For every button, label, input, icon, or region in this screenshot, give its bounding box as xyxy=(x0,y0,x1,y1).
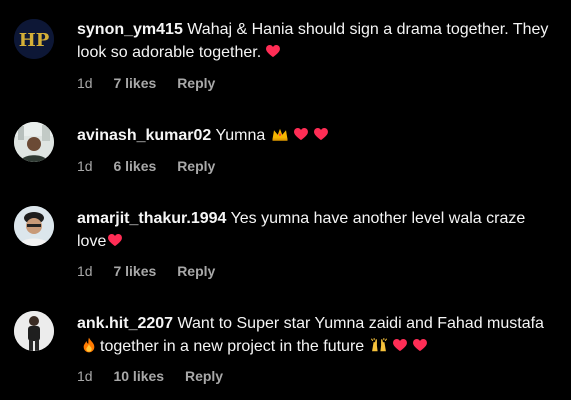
reply-button[interactable]: Reply xyxy=(177,75,215,91)
raising-hands-icon xyxy=(370,337,388,353)
comment-item: HP synon_ym415 Wahaj & Hania should sign… xyxy=(0,0,571,100)
comment-time: 1d xyxy=(77,158,93,174)
comment-username[interactable]: avinash_kumar02 xyxy=(77,127,211,144)
comment-body: ank.hit_2207 Want to Super star Yumna za… xyxy=(77,312,557,358)
comment-likes[interactable]: 10 likes xyxy=(113,368,164,384)
user-photo-icon xyxy=(14,206,54,246)
comment-username[interactable]: synon_ym415 xyxy=(77,21,183,38)
red-heart-icon xyxy=(265,43,281,59)
red-heart-icon xyxy=(107,232,123,248)
comment-text-continued: together in a new project in the future xyxy=(100,338,365,355)
crown-icon xyxy=(271,126,289,142)
red-heart-icon xyxy=(412,337,428,353)
comment-text: Want to Super star Yumna zaidi and Fahad… xyxy=(177,315,544,332)
avatar[interactable]: HP xyxy=(14,19,54,59)
reply-button[interactable]: Reply xyxy=(177,263,215,279)
user-photo-icon xyxy=(14,311,54,351)
reply-button[interactable]: Reply xyxy=(177,158,215,174)
comment-likes[interactable]: 7 likes xyxy=(113,75,156,91)
comment-item: ank.hit_2207 Want to Super star Yumna za… xyxy=(0,295,571,400)
comment-time: 1d xyxy=(77,263,93,279)
comment-time: 1d xyxy=(77,368,93,384)
user-photo-icon xyxy=(14,122,54,162)
comment-body: avinash_kumar02 Yumna xyxy=(77,124,557,147)
fire-icon xyxy=(82,337,96,353)
comment-username[interactable]: amarjit_thakur.1994 xyxy=(77,210,226,227)
red-heart-icon xyxy=(293,126,309,142)
comment-meta: 1d 7 likes Reply xyxy=(77,75,215,91)
comment-likes[interactable]: 7 likes xyxy=(113,263,156,279)
avatar[interactable] xyxy=(14,206,54,246)
comment-body: amarjit_thakur.1994 Yes yumna have anoth… xyxy=(77,207,557,253)
comment-likes[interactable]: 6 likes xyxy=(113,158,156,174)
reply-button[interactable]: Reply xyxy=(185,368,223,384)
comment-meta: 1d 6 likes Reply xyxy=(77,158,215,174)
comment-meta: 1d 7 likes Reply xyxy=(77,263,215,279)
red-heart-icon xyxy=(313,126,329,142)
comment-item: avinash_kumar02 Yumna 1d 6 likes Reply xyxy=(0,100,571,190)
comment-username[interactable]: ank.hit_2207 xyxy=(77,315,173,332)
comment-body: synon_ym415 Wahaj & Hania should sign a … xyxy=(77,18,557,64)
avatar[interactable] xyxy=(14,311,54,351)
red-heart-icon xyxy=(392,337,408,353)
comment-meta: 1d 10 likes Reply xyxy=(77,368,223,384)
comment-text: Yumna xyxy=(215,127,266,144)
comment-time: 1d xyxy=(77,75,93,91)
comment-item: amarjit_thakur.1994 Yes yumna have anoth… xyxy=(0,190,571,295)
svg-text:HP: HP xyxy=(19,30,50,51)
avatar[interactable] xyxy=(14,122,54,162)
hp-logo-icon: HP xyxy=(14,19,54,59)
